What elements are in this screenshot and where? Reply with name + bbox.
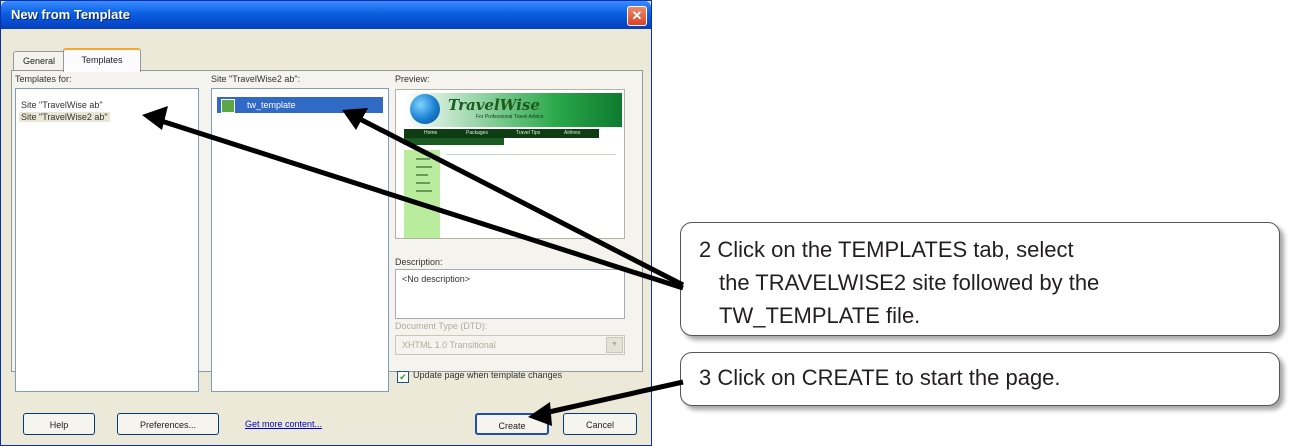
arrowhead xyxy=(142,106,168,130)
arrow-to-site-item xyxy=(151,115,684,291)
arrowhead xyxy=(528,402,552,426)
arrow-to-create-button xyxy=(539,379,684,417)
pointer-arrows xyxy=(142,106,685,426)
